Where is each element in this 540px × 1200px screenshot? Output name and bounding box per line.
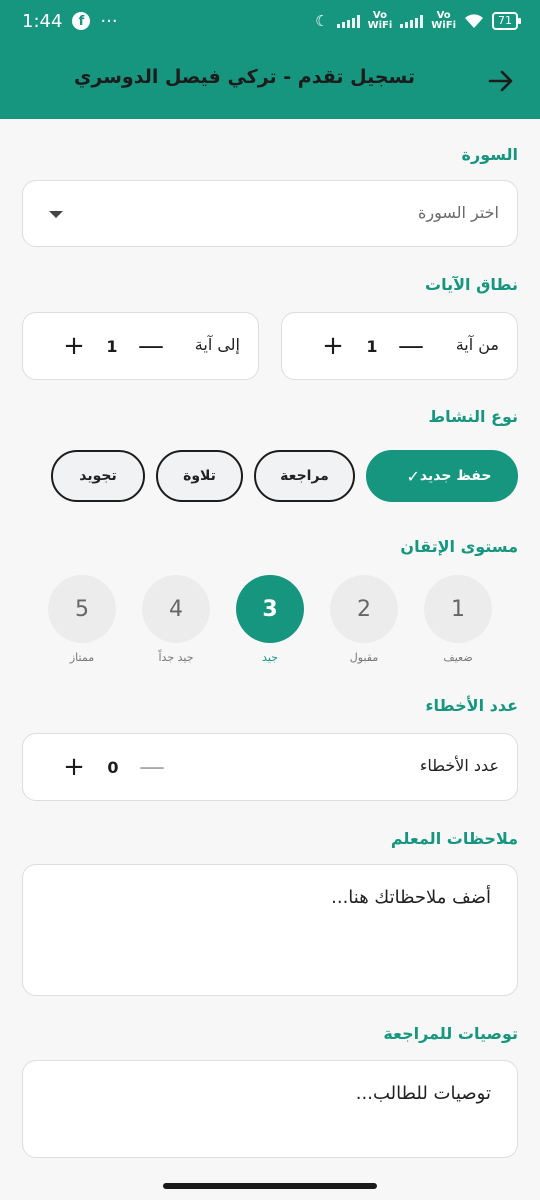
chevron-down-icon xyxy=(49,211,63,218)
level-3-button[interactable]: 3 xyxy=(236,575,304,643)
level-3-caption: جيد xyxy=(262,651,278,664)
teacher-notes-placeholder: أضف ملاحظاتك هنا... xyxy=(331,887,491,908)
mistakes-increment-button[interactable]: + xyxy=(61,754,87,780)
app-bar: تسجيل تقدم - تركي فيصل الدوسري xyxy=(0,42,540,119)
from-ayah-value: 1 xyxy=(366,337,378,356)
battery-indicator: 71 xyxy=(492,12,521,30)
level-1-caption: ضعيف xyxy=(443,651,473,664)
chip-tajweed[interactable]: تجويد xyxy=(51,450,145,502)
chip-label: تجويد xyxy=(79,468,117,484)
from-ayah-stepper: من آية — 1 + xyxy=(281,312,518,380)
chip-recitation[interactable]: تلاوة xyxy=(156,450,243,502)
surah-placeholder: اختر السورة xyxy=(417,203,499,222)
mastery-level-label: مستوى الإتقان xyxy=(400,537,518,556)
level-5-caption: ممتاز xyxy=(69,651,95,664)
status-bar: 1:44 f ··· ☾ Vo WiFi Vo WiFi 71 xyxy=(0,0,540,42)
teacher-notes-label: ملاحظات المعلم xyxy=(390,829,518,848)
teacher-notes-textarea[interactable]: أضف ملاحظاتك هنا... xyxy=(22,864,518,996)
clock: 1:44 xyxy=(22,10,63,32)
level-4-caption: جيد جداً xyxy=(158,651,194,664)
recommendations-label: توصيات للمراجعة xyxy=(383,1024,518,1043)
to-ayah-increment-button[interactable]: + xyxy=(61,333,87,359)
level-1-button[interactable]: 1 xyxy=(424,575,492,643)
mistakes-stepper: عدد الأخطاء — 0 + xyxy=(22,733,518,801)
level-2-button[interactable]: 2 xyxy=(330,575,398,643)
recommendations-placeholder: توصيات للطالب... xyxy=(355,1083,491,1104)
mistakes-decrement-button[interactable]: — xyxy=(139,754,165,780)
arrow-right-icon[interactable] xyxy=(486,66,516,96)
to-ayah-label: إلى آية xyxy=(194,335,240,354)
level-4-button[interactable]: 4 xyxy=(142,575,210,643)
signal-icon-2 xyxy=(400,14,424,28)
page-title: تسجيل تقدم - تركي فيصل الدوسري xyxy=(74,66,415,88)
mistakes-value: 0 xyxy=(107,758,119,777)
chip-review[interactable]: مراجعة xyxy=(254,450,355,502)
chip-label: مراجعة xyxy=(280,468,329,484)
signal-icon xyxy=(336,14,360,28)
check-icon: ✓ xyxy=(406,466,420,486)
vowifi-label-2: Vo WiFi xyxy=(431,10,456,31)
facebook-icon: f xyxy=(72,12,91,30)
recommendations-textarea[interactable]: توصيات للطالب... xyxy=(22,1060,518,1158)
to-ayah-stepper: إلى آية — 1 + xyxy=(22,312,259,380)
level-2-caption: مقبول xyxy=(349,651,379,664)
activity-type-label: نوع النشاط xyxy=(428,407,518,426)
to-ayah-decrement-button[interactable]: — xyxy=(138,333,164,359)
wifi-icon xyxy=(465,14,483,28)
chip-label: حفظ جديد xyxy=(419,468,492,484)
vowifi-label-1: Vo WiFi xyxy=(367,10,393,31)
more-notifications-icon: ··· xyxy=(100,10,118,32)
from-ayah-increment-button[interactable]: + xyxy=(320,333,346,359)
chip-label: تلاوة xyxy=(183,468,216,484)
to-ayah-value: 1 xyxy=(106,337,118,356)
home-indicator[interactable] xyxy=(163,1183,377,1189)
surah-label: السورة xyxy=(461,145,518,164)
level-5-button[interactable]: 5 xyxy=(48,575,116,643)
from-ayah-decrement-button[interactable]: — xyxy=(398,333,424,359)
from-ayah-label: من آية xyxy=(455,335,499,354)
surah-dropdown[interactable]: اختر السورة xyxy=(22,180,518,247)
mistakes-field-label: عدد الأخطاء xyxy=(419,756,499,775)
ayah-range-label: نطاق الآيات xyxy=(425,275,518,294)
chip-new-memorization[interactable]: حفظ جديد ✓ xyxy=(366,450,518,502)
mistakes-label: عدد الأخطاء xyxy=(425,696,518,715)
dnd-moon-icon: ☾ xyxy=(315,12,329,30)
